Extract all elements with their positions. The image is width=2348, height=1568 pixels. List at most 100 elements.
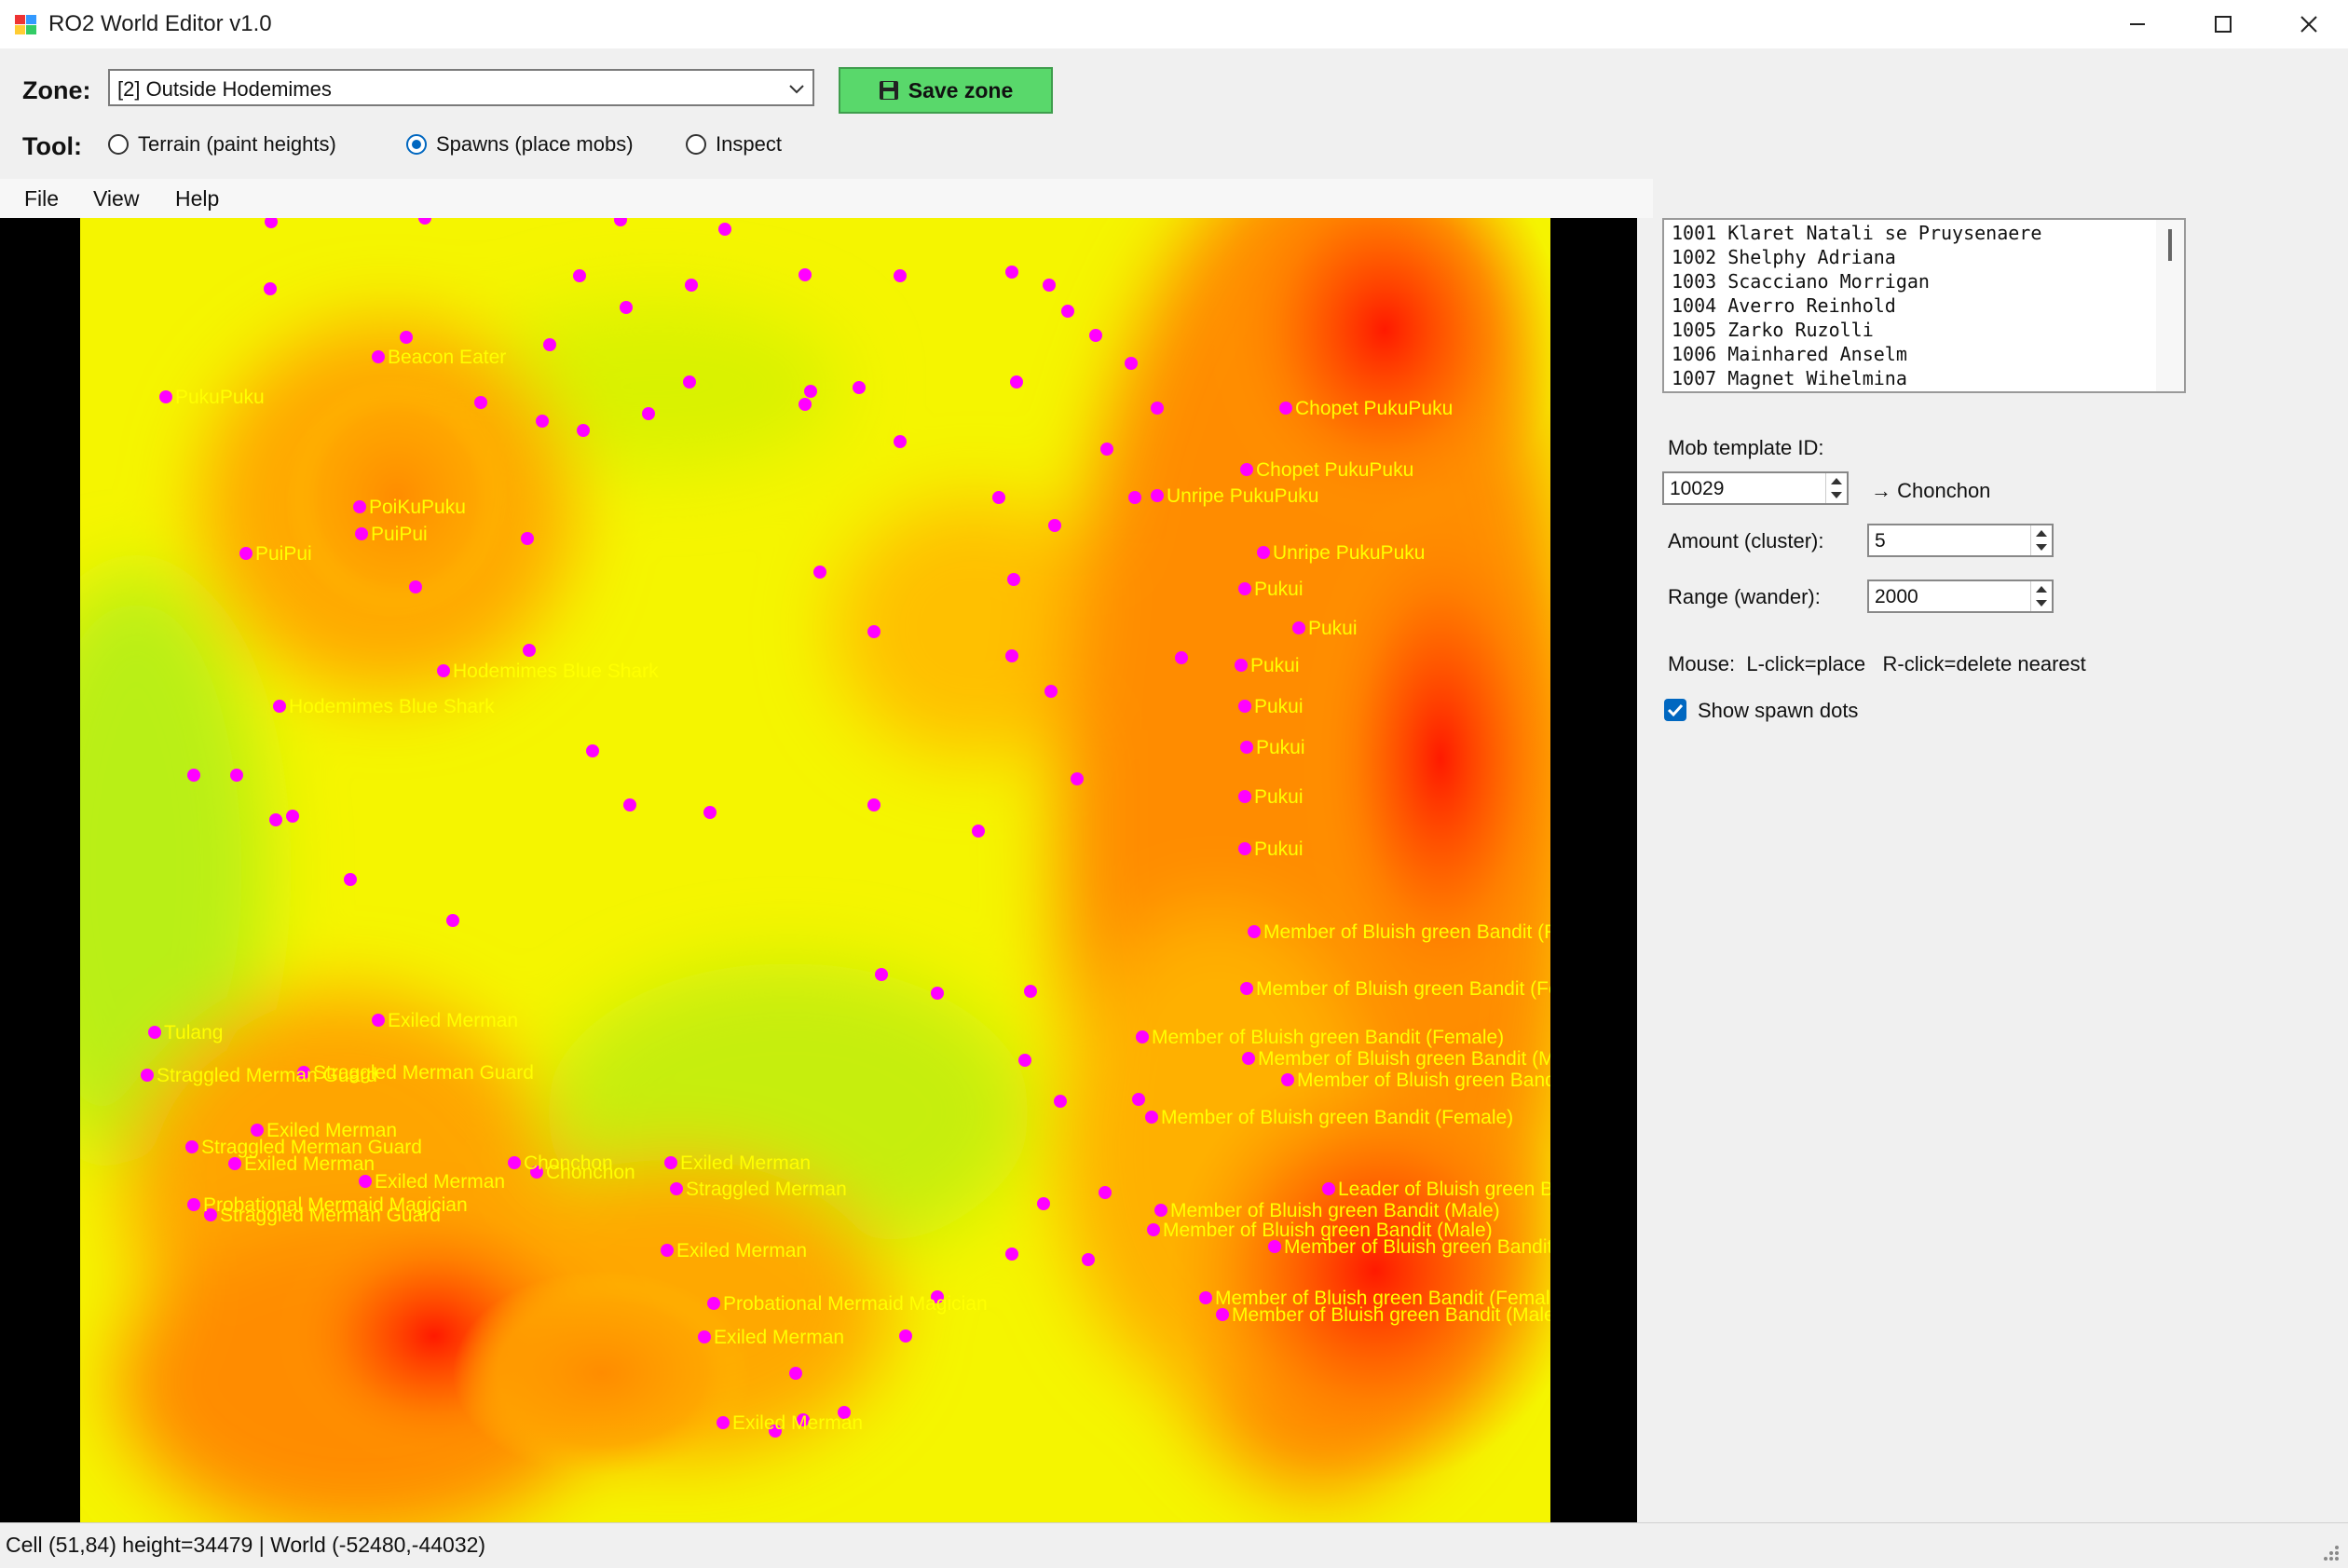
spawn-dot[interactable] xyxy=(1238,582,1251,595)
spawn-dot[interactable] xyxy=(853,381,866,394)
spawn-dot[interactable] xyxy=(1151,402,1164,415)
spin-up-icon[interactable] xyxy=(2036,586,2047,593)
range-spinner[interactable] xyxy=(2030,581,2052,611)
spawn-dot[interactable] xyxy=(1240,463,1253,476)
spawn-dot[interactable] xyxy=(1071,772,1084,785)
list-item[interactable]: 1003 Scacciano Morrigan xyxy=(1672,270,1930,293)
spawn-dot[interactable] xyxy=(1292,621,1305,634)
menu-file[interactable]: File xyxy=(19,184,64,214)
template-id-spinner[interactable] xyxy=(1825,473,1847,503)
spawn-dot[interactable] xyxy=(623,798,636,811)
spawn-dot[interactable] xyxy=(523,644,536,657)
spawn-dot[interactable] xyxy=(1007,573,1020,586)
spawn-dot[interactable] xyxy=(1238,700,1251,713)
spawn-dot[interactable] xyxy=(992,491,1005,504)
spin-up-icon[interactable] xyxy=(1831,478,1842,484)
spin-down-icon[interactable] xyxy=(2036,600,2047,607)
spawn-dot[interactable] xyxy=(239,547,253,560)
spawn-dot[interactable] xyxy=(1175,651,1188,664)
spawn-dot[interactable] xyxy=(1145,1111,1158,1124)
spawn-dot[interactable] xyxy=(804,385,817,398)
spawn-dot[interactable] xyxy=(141,1069,154,1082)
spawn-dot[interactable] xyxy=(1281,1073,1294,1086)
spawn-dot[interactable] xyxy=(230,769,243,782)
template-id-input[interactable]: 10029 xyxy=(1662,471,1849,505)
spawn-dot[interactable] xyxy=(670,1182,683,1195)
spawn-dot[interactable] xyxy=(717,1416,730,1429)
spawn-dot[interactable] xyxy=(1322,1182,1335,1195)
spawn-dot[interactable] xyxy=(521,532,534,545)
spawn-dot[interactable] xyxy=(931,987,944,1000)
spawn-dot[interactable] xyxy=(273,700,286,713)
menu-help[interactable]: Help xyxy=(170,184,225,214)
spawn-dot[interactable] xyxy=(1005,266,1018,279)
spawn-dot[interactable] xyxy=(972,825,985,838)
spawn-dot[interactable] xyxy=(1044,685,1058,698)
spawn-dot[interactable] xyxy=(1128,491,1141,504)
spawn-dot[interactable] xyxy=(1240,982,1253,995)
spawn-dot[interactable] xyxy=(437,664,450,677)
spin-down-icon[interactable] xyxy=(1831,492,1842,498)
spawn-dot[interactable] xyxy=(1238,790,1251,803)
spawn-dot[interactable] xyxy=(372,1014,385,1027)
spawn-dot[interactable] xyxy=(1147,1223,1160,1236)
spawn-dot[interactable] xyxy=(1082,1253,1095,1266)
spawn-dot[interactable] xyxy=(474,396,487,409)
spawn-dot[interactable] xyxy=(1136,1030,1149,1043)
list-item[interactable]: 1006 Mainhared Anselm xyxy=(1672,343,1907,365)
spawn-dot[interactable] xyxy=(718,223,731,236)
spawn-dot[interactable] xyxy=(1010,375,1023,389)
spawn-dot[interactable] xyxy=(577,424,590,437)
spawn-dot[interactable] xyxy=(264,282,277,295)
spawn-dot[interactable] xyxy=(894,435,907,448)
spawn-dot[interactable] xyxy=(707,1297,720,1310)
spawn-dot[interactable] xyxy=(187,1198,200,1211)
spawn-dot[interactable] xyxy=(1235,659,1248,672)
spawn-dot[interactable] xyxy=(1238,842,1251,855)
scrollbar-thumb[interactable] xyxy=(2168,229,2172,261)
spawn-dot[interactable] xyxy=(251,1124,264,1137)
spawn-dot[interactable] xyxy=(1024,985,1037,998)
spawn-dot[interactable] xyxy=(1061,305,1074,318)
mob-list[interactable]: 1001 Klaret Natali se Pruysenaere 1002 S… xyxy=(1662,218,2186,393)
spawn-dot[interactable] xyxy=(228,1157,241,1170)
spawn-dot[interactable] xyxy=(1199,1291,1212,1304)
spin-up-icon[interactable] xyxy=(2036,530,2047,537)
spawn-dot[interactable] xyxy=(536,415,549,428)
spawn-dot[interactable] xyxy=(1048,519,1061,532)
tool-terrain-radio[interactable]: Terrain (paint heights) xyxy=(108,130,336,158)
list-item[interactable]: 1004 Averro Reinhold xyxy=(1672,294,1896,317)
spawn-dot[interactable] xyxy=(148,1026,161,1039)
spawn-dot[interactable] xyxy=(344,873,357,886)
spawn-dot[interactable] xyxy=(685,279,698,292)
spawn-dot[interactable] xyxy=(187,769,200,782)
spawn-dot[interactable] xyxy=(1257,546,1270,559)
spawn-dot[interactable] xyxy=(185,1140,198,1153)
spawn-dot[interactable] xyxy=(683,375,696,389)
spawn-dot[interactable] xyxy=(664,1156,677,1169)
list-item[interactable]: 1002 Shelphy Adriana xyxy=(1672,246,1896,268)
spawn-dot[interactable] xyxy=(894,269,907,282)
spawn-dot[interactable] xyxy=(508,1156,521,1169)
heightmap[interactable]: PukuPuku Beacon Eater PoiKuPuku PuiPui PuiPu… xyxy=(80,218,1550,1522)
amount-input[interactable]: 5 xyxy=(1867,524,2054,557)
spawn-dot[interactable] xyxy=(1005,1248,1018,1261)
spawn-dot[interactable] xyxy=(789,1367,802,1380)
spawn-dot[interactable] xyxy=(642,407,655,420)
spawn-dot[interactable] xyxy=(586,744,599,757)
spawn-dot[interactable] xyxy=(1248,925,1261,938)
amount-spinner[interactable] xyxy=(2030,525,2052,555)
spawn-dot[interactable] xyxy=(159,390,172,403)
resize-grip-icon[interactable] xyxy=(2320,1542,2341,1562)
map-canvas[interactable]: PukuPuku Beacon Eater PoiKuPuku PuiPui PuiPu… xyxy=(0,218,1637,1522)
spawn-dot[interactable] xyxy=(899,1329,912,1343)
range-input[interactable]: 2000 xyxy=(1867,579,2054,613)
spawn-dot[interactable] xyxy=(1054,1095,1067,1108)
spawn-dot[interactable] xyxy=(1125,357,1138,370)
spawn-dot[interactable] xyxy=(400,331,413,344)
spawn-dot[interactable] xyxy=(698,1330,711,1343)
spawn-dot[interactable] xyxy=(446,914,459,927)
spawn-dot[interactable] xyxy=(703,806,717,819)
spawn-dot[interactable] xyxy=(1268,1240,1281,1253)
spawn-dot[interactable] xyxy=(573,269,586,282)
